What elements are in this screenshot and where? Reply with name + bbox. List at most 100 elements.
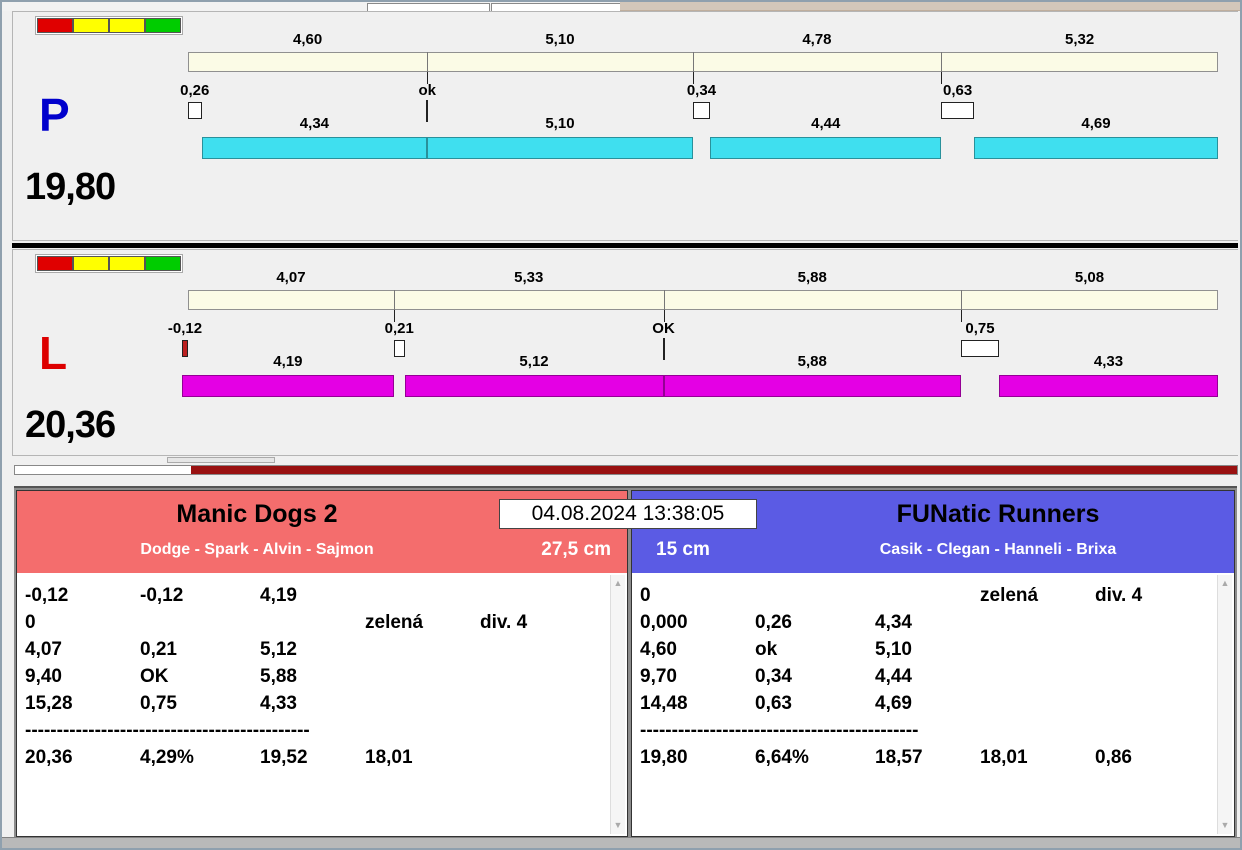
- crossing-label: 0,63: [943, 82, 973, 99]
- result-cell: div. 4: [480, 611, 528, 633]
- lane-letter: P: [39, 89, 70, 141]
- dog-time-label: 4,44: [811, 115, 841, 132]
- traffic-light-1: [37, 18, 73, 33]
- crossing-label: -0,12: [167, 320, 203, 337]
- result-row: 0 zelená div. 4: [640, 582, 1208, 609]
- result-cell: 0,34: [755, 665, 792, 687]
- split-time-label: 5,88: [797, 269, 827, 286]
- scroll-up-icon[interactable]: ▲: [1221, 579, 1230, 588]
- result-cell: div. 4: [1095, 584, 1143, 606]
- totals-row: 19,80 6,64% 18,57 18,01 0,86: [640, 744, 1208, 771]
- crossing-box: [692, 102, 711, 119]
- result-row: 9,70 0,34 4,44: [640, 663, 1208, 690]
- mini-slider[interactable]: [167, 457, 275, 463]
- crossing-label: 0,21: [384, 320, 414, 337]
- traffic-light-2: [73, 18, 109, 33]
- result-cell: 0: [640, 584, 651, 606]
- dog-time-label: 5,88: [797, 353, 827, 370]
- scrollbar[interactable]: ▲ ▼: [1217, 575, 1232, 834]
- crossing-box: [961, 340, 999, 357]
- split-time-label: 5,08: [1074, 269, 1105, 286]
- result-cell: 4,07: [25, 638, 62, 660]
- crossing-label: 0,34: [686, 82, 717, 99]
- team-panel-left: Manic Dogs 2 Dodge - Spark - Alvin - Saj…: [16, 490, 628, 837]
- result-cell: 9,40: [25, 665, 62, 687]
- traffic-light-4: [145, 18, 181, 33]
- jump-height: 15 cm: [656, 539, 710, 560]
- traffic-lights: [35, 254, 183, 273]
- scroll-down-icon[interactable]: ▼: [1221, 821, 1230, 830]
- result-row: 4,07 0,21 5,12: [25, 636, 601, 663]
- split-divider: [393, 290, 395, 310]
- result-cell: -0,12: [25, 584, 69, 606]
- result-cell: 0,000: [640, 611, 688, 633]
- traffic-lights: [35, 16, 183, 35]
- result-cell: 0,63: [755, 692, 792, 714]
- dog-run-bar: [710, 137, 942, 159]
- dog-run-bar: [663, 375, 961, 397]
- split-divider: [663, 290, 665, 310]
- traffic-light-1: [37, 256, 73, 271]
- crossing-label: ok: [418, 82, 437, 99]
- split-time-label: 4,78: [802, 31, 832, 48]
- split-bar: [188, 52, 1218, 72]
- lane-letter: L: [39, 327, 68, 379]
- result-cell: 14,48: [640, 692, 688, 714]
- crossing-box: [188, 102, 202, 119]
- result-cell: 4,33: [260, 692, 297, 714]
- dog-time-label: 5,10: [545, 115, 575, 132]
- total-cell: 4,29%: [140, 746, 194, 768]
- result-cell: 0: [25, 611, 36, 633]
- scroll-up-icon[interactable]: ▲: [614, 579, 623, 588]
- split-time-label: 5,32: [1065, 31, 1095, 48]
- progress-fill: [190, 466, 1237, 474]
- race-progress-zone: [12, 457, 1238, 484]
- result-row: 14,48 0,63 4,69: [640, 690, 1208, 717]
- window-title-area: [620, 2, 1240, 11]
- result-row: 0 zelená div. 4: [25, 609, 601, 636]
- dog-run-bar: [974, 137, 1218, 159]
- result-cell: 15,28: [25, 692, 73, 714]
- result-cell: 4,19: [260, 584, 297, 606]
- result-cell: 4,60: [640, 638, 677, 660]
- scrollbar[interactable]: ▲ ▼: [610, 575, 625, 834]
- split-divider: [961, 290, 962, 310]
- result-row: -0,12 -0,12 4,19: [25, 582, 601, 609]
- total-cell: 18,57: [875, 746, 923, 768]
- result-cell: 5,12: [260, 638, 297, 660]
- lane-l-section: L 20,36 4,07 5,33 5,88 5,08 -0,12 0,21 OK 0,75 4,1…: [12, 249, 1238, 456]
- traffic-light-2: [73, 256, 109, 271]
- dog-time-label: 4,34: [299, 115, 330, 132]
- total-cell: 0,86: [1095, 746, 1132, 768]
- split-divider: [427, 52, 429, 72]
- dog-time-label: 4,19: [273, 353, 303, 370]
- result-cell: 0,75: [140, 692, 177, 714]
- result-cell: zelená: [980, 584, 1039, 606]
- total-cell: 20,36: [25, 746, 73, 768]
- crossing-box: [941, 102, 975, 119]
- split-bar: [188, 290, 1218, 310]
- crossing-ok-tick: [426, 100, 429, 122]
- split-time-label: 5,33: [514, 269, 544, 286]
- total-cell: 19,52: [260, 746, 308, 768]
- crossing-label: OK: [652, 320, 675, 337]
- results-table-left: ▲ ▼ -0,12 -0,12 4,19 0 zelená div. 4 4,07 0,21 5…: [17, 573, 627, 836]
- result-cell: 4,34: [875, 611, 912, 633]
- crossing-box: [393, 340, 405, 357]
- dog-time-label: 5,12: [519, 353, 549, 370]
- scroll-down-icon[interactable]: ▼: [614, 821, 623, 830]
- split-divider: [692, 52, 694, 72]
- timestamp: 04.08.2024 13:38:05: [499, 499, 757, 529]
- result-cell: -0,12: [140, 584, 184, 606]
- total-cell: 18,01: [980, 746, 1028, 768]
- result-row: 9,40 OK 5,88: [25, 663, 601, 690]
- result-cell: ok: [755, 638, 778, 660]
- dog-run-bar: [998, 375, 1218, 397]
- lane-total-time: 19,80: [25, 166, 116, 208]
- lane-p-section: P 19,80 4,60 5,10 4,78 5,32 0,26 ok 0,34 0,63 4,34…: [12, 11, 1238, 241]
- crossing-box: [181, 340, 188, 357]
- separator-row: ----------------------------------------…: [25, 720, 310, 741]
- dog-run-bar: [181, 375, 394, 397]
- result-cell: 4,44: [875, 665, 912, 687]
- team-panel-right: FUNatic Runners Casik - Clegan - Hanneli…: [631, 490, 1235, 837]
